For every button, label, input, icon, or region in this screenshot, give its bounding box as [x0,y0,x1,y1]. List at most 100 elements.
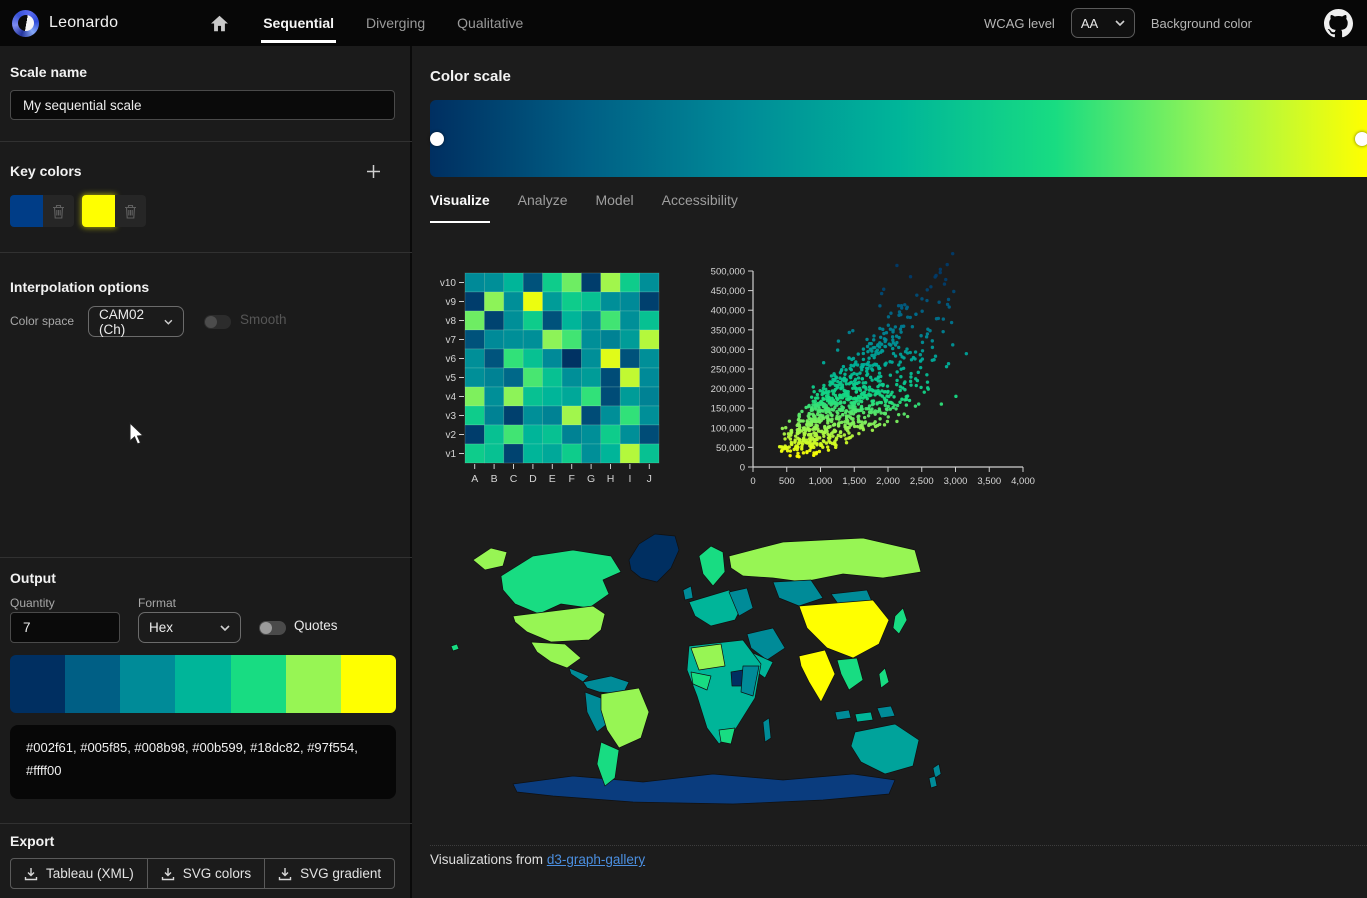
svg-text:v3: v3 [445,411,456,422]
plus-icon [366,164,381,179]
svg-text:50,000: 50,000 [716,443,745,454]
tab-visualize[interactable]: Visualize [430,192,490,223]
svg-text:3,500: 3,500 [977,476,1001,487]
svg-text:2,500: 2,500 [910,476,934,487]
visualizations-caption: Visualizations from d3-graph-gallery [430,852,645,867]
tab-analyze[interactable]: Analyze [518,192,568,223]
svg-text:A: A [471,473,478,485]
github-link[interactable] [1324,9,1353,38]
delete-key-color-button[interactable] [43,195,74,227]
add-key-color-button[interactable] [362,160,384,182]
svg-text:250,000: 250,000 [711,365,745,376]
svg-text:350,000: 350,000 [711,325,745,336]
palette-color [341,655,396,713]
svg-text:v5: v5 [445,373,456,384]
top-navigation-bar: Leonardo Sequential Diverging Qualitativ… [0,0,1367,46]
section-divider [0,141,412,142]
svg-text:E: E [549,473,556,485]
section-divider [0,557,412,558]
home-button[interactable] [192,0,247,46]
tab-accessibility[interactable]: Accessibility [662,192,738,223]
format-select[interactable]: Hex [138,612,241,643]
key-color-item [10,195,74,227]
scale-name-heading: Scale name [10,64,87,80]
nav-tab-qualitative[interactable]: Qualitative [441,0,539,46]
output-palette-strip [10,655,396,713]
export-svg-colors-button[interactable]: SVG colors [147,858,265,889]
svg-text:100,000: 100,000 [711,423,745,434]
svg-text:I: I [628,473,631,485]
color-scale-heading: Color scale [430,68,511,85]
export-tableau-button[interactable]: Tableau (XML) [10,858,148,889]
caption-text: Visualizations from [430,852,547,867]
svg-text:v10: v10 [440,278,457,289]
color-space-label: Color space [10,314,74,328]
smooth-toggle[interactable] [204,315,231,329]
export-button-label: Tableau (XML) [46,866,134,881]
github-icon [1324,9,1353,38]
scatter-chart: 050,000100,000150,000200,000250,000300,0… [695,245,1040,493]
key-color-item [82,195,146,227]
svg-text:0: 0 [750,476,755,487]
key-colors-heading: Key colors [10,163,82,179]
chevron-down-icon [164,319,173,325]
download-icon [278,867,292,881]
palette-color [10,655,65,713]
svg-text:0: 0 [740,463,745,474]
svg-text:3,000: 3,000 [944,476,968,487]
svg-text:4,000: 4,000 [1011,476,1035,487]
d3-graph-gallery-link[interactable]: d3-graph-gallery [547,852,645,867]
svg-text:v1: v1 [445,449,456,460]
color-space-select[interactable]: CAM02 (Ch) [88,306,184,337]
nav-tab-diverging[interactable]: Diverging [350,0,441,46]
quotes-toggle[interactable] [259,621,286,635]
export-svg-gradient-button[interactable]: SVG gradient [264,858,395,889]
wcag-level-value: AA [1081,16,1098,31]
home-icon [210,15,229,32]
gradient-handle-start[interactable] [430,132,444,146]
key-color-swatch-yellow[interactable] [82,195,115,227]
svg-text:v4: v4 [445,392,456,403]
svg-text:300,000: 300,000 [711,345,745,356]
palette-color [286,655,341,713]
scale-name-input[interactable] [10,90,395,120]
heatmap-chart: v10v9v8v7v6v5v4v3v2v1ABCDEFGHIJ [432,265,668,491]
wcag-level-select[interactable]: AA [1071,8,1135,38]
chevron-down-icon [1115,20,1125,26]
visualization-tabs: Visualize Analyze Model Accessibility [430,192,738,223]
svg-text:v9: v9 [445,297,456,308]
format-label: Format [138,596,176,610]
gradient-handle-end[interactable] [1355,132,1367,146]
download-icon [161,867,175,881]
svg-text:v6: v6 [445,354,456,365]
brand: Leonardo [0,10,118,37]
palette-color [65,655,120,713]
brand-title: Leonardo [49,14,118,32]
palette-color [231,655,286,713]
export-button-label: SVG colors [183,866,251,881]
svg-text:450,000: 450,000 [711,286,745,297]
svg-text:v2: v2 [445,430,456,441]
palette-color [120,655,175,713]
export-heading: Export [10,833,54,849]
key-color-swatch-blue[interactable] [10,195,43,227]
svg-text:H: H [607,473,615,485]
nav-tab-sequential[interactable]: Sequential [247,0,350,46]
svg-text:500,000: 500,000 [711,267,745,278]
export-button-label: SVG gradient [300,866,381,881]
svg-text:G: G [587,473,595,485]
background-color-label: Background color [1151,16,1252,31]
svg-text:F: F [568,473,574,485]
trash-icon [124,204,137,219]
svg-text:D: D [529,473,537,485]
svg-text:2,000: 2,000 [876,476,900,487]
tab-model[interactable]: Model [595,192,633,223]
svg-text:J: J [647,473,652,485]
svg-text:1,000: 1,000 [809,476,833,487]
color-scale-gradient [430,100,1367,177]
delete-key-color-button[interactable] [115,195,146,227]
svg-text:400,000: 400,000 [711,306,745,317]
export-buttons: Tableau (XML) SVG colors SVG gradient [10,858,395,889]
wcag-level-label: WCAG level [984,16,1055,31]
quantity-input[interactable] [10,612,120,643]
